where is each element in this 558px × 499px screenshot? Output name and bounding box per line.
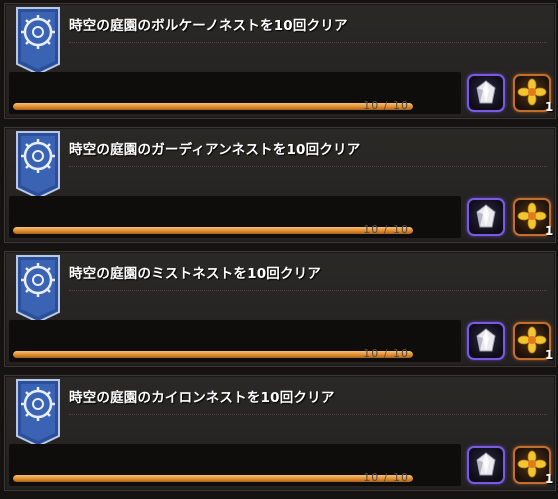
flower-icon	[517, 326, 547, 354]
emblem-icon	[13, 254, 63, 324]
achievement-card: 時空の庭園のカイロンネストを10回クリア 10 / 10 1	[4, 375, 556, 491]
flower-icon	[517, 450, 547, 478]
crystal-icon	[476, 328, 496, 352]
reward-quantity: 1	[545, 224, 554, 238]
progress-bar-fill	[13, 103, 413, 110]
divider	[69, 166, 547, 167]
crystal-icon	[476, 452, 496, 476]
crystal-icon	[476, 80, 496, 104]
reward-crystal-slot[interactable]	[467, 198, 505, 236]
divider	[69, 290, 547, 291]
progress-count: 10 / 10	[363, 99, 409, 112]
emblem-icon	[13, 6, 63, 76]
reward-crystal-slot[interactable]	[467, 446, 505, 484]
achievement-title: 時空の庭園のミストネストを10回クリア	[69, 266, 322, 282]
progress-count: 10 / 10	[363, 347, 409, 360]
progress-panel: 10 / 10	[9, 320, 461, 362]
reward-crystal-slot[interactable]	[467, 74, 505, 112]
achievement-list: 時空の庭園のボルケーノネストを10回クリア 10 / 10 1 時空の庭園のガー…	[0, 0, 558, 499]
progress-bar	[13, 475, 413, 482]
progress-count: 10 / 10	[363, 223, 409, 236]
progress-panel: 10 / 10	[9, 196, 461, 238]
achievement-title: 時空の庭園のボルケーノネストを10回クリア	[69, 18, 348, 34]
progress-bar-fill	[13, 351, 413, 358]
progress-bar-fill	[13, 475, 413, 482]
divider	[69, 42, 547, 43]
progress-panel: 10 / 10	[9, 444, 461, 486]
progress-bar	[13, 351, 413, 358]
progress-bar	[13, 103, 413, 110]
emblem-icon	[13, 378, 63, 448]
reward-quantity: 1	[545, 348, 554, 362]
divider	[69, 414, 547, 415]
progress-bar-fill	[13, 227, 413, 234]
achievement-card: 時空の庭園のガーディアンネストを10回クリア 10 / 10 1	[4, 127, 556, 243]
progress-count: 10 / 10	[363, 471, 409, 484]
emblem-icon	[13, 130, 63, 200]
achievement-title: 時空の庭園のガーディアンネストを10回クリア	[69, 142, 361, 158]
achievement-title: 時空の庭園のカイロンネストを10回クリア	[69, 390, 335, 406]
achievement-card: 時空の庭園のミストネストを10回クリア 10 / 10 1	[4, 251, 556, 367]
flower-icon	[517, 202, 547, 230]
crystal-icon	[476, 204, 496, 228]
progress-panel: 10 / 10	[9, 72, 461, 114]
flower-icon	[517, 78, 547, 106]
reward-quantity: 1	[545, 472, 554, 486]
reward-crystal-slot[interactable]	[467, 322, 505, 360]
progress-bar	[13, 227, 413, 234]
reward-quantity: 1	[545, 100, 554, 114]
achievement-card: 時空の庭園のボルケーノネストを10回クリア 10 / 10 1	[4, 3, 556, 119]
